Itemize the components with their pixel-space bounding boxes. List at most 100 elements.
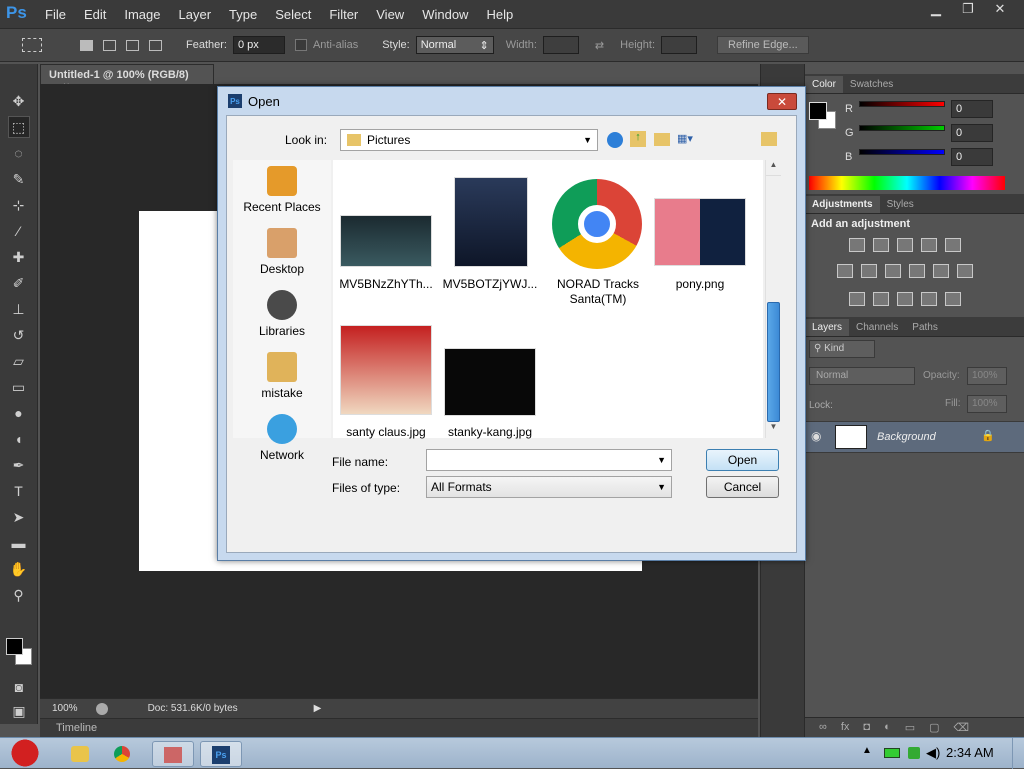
- scroll-down-arrow[interactable]: ▼: [766, 422, 781, 438]
- vibrance-icon[interactable]: [945, 238, 961, 252]
- marquee-tool-icon[interactable]: ⬚: [7, 116, 30, 138]
- gradient-map-icon[interactable]: [921, 292, 937, 306]
- selective-color-icon[interactable]: [945, 292, 961, 306]
- menu-layer[interactable]: Layer: [170, 7, 221, 22]
- minimize-icon[interactable]: ▁: [920, 0, 952, 18]
- zoom-tool-icon[interactable]: ⚲: [8, 584, 30, 606]
- menu-help[interactable]: Help: [477, 7, 522, 22]
- r-slider[interactable]: [859, 101, 945, 107]
- add-selection-icon[interactable]: [103, 39, 116, 51]
- hue-sat-icon[interactable]: [837, 264, 853, 278]
- feather-input[interactable]: 0 px: [232, 36, 285, 54]
- fg-color-chip[interactable]: [809, 102, 827, 120]
- tray-expand-icon[interactable]: ▲: [862, 745, 872, 756]
- filetype-select[interactable]: All Formats ▼: [426, 476, 672, 498]
- exposure-icon[interactable]: [921, 238, 937, 252]
- menu-filter[interactable]: Filter: [320, 7, 367, 22]
- tab-swatches[interactable]: Swatches: [843, 76, 900, 93]
- lasso-tool-icon[interactable]: ◌: [8, 142, 30, 164]
- eyedropper-tool-icon[interactable]: ⁄: [8, 220, 30, 242]
- place-libraries[interactable]: Libraries: [233, 290, 331, 338]
- black-white-icon[interactable]: [885, 264, 901, 278]
- color-spectrum[interactable]: [809, 176, 1005, 190]
- app-taskbar-icon[interactable]: [152, 741, 194, 767]
- gradient-tool-icon[interactable]: ▭: [8, 376, 30, 398]
- kind-filter[interactable]: ⚲ Kind: [809, 340, 875, 358]
- place-mistake[interactable]: mistake: [233, 352, 331, 400]
- refine-edge-button[interactable]: Refine Edge...: [717, 36, 809, 54]
- open-button[interactable]: Open: [706, 449, 779, 471]
- screen-mode-icon[interactable]: ▣: [8, 700, 30, 722]
- blur-tool-icon[interactable]: ●: [8, 402, 30, 424]
- quick-select-tool-icon[interactable]: ✎: [8, 168, 30, 190]
- g-slider[interactable]: [859, 125, 945, 131]
- tab-paths[interactable]: Paths: [905, 319, 945, 336]
- color-balance-icon[interactable]: [861, 264, 877, 278]
- file-item-santy-claus[interactable]: santy claus.jpg: [338, 425, 434, 440]
- pen-tool-icon[interactable]: ✒: [8, 454, 30, 476]
- place-network[interactable]: Network: [233, 414, 331, 462]
- menu-type[interactable]: Type: [220, 7, 266, 22]
- fill-input[interactable]: 100%: [967, 395, 1007, 413]
- new-layer-icon[interactable]: ▢: [929, 721, 939, 734]
- channel-mixer-icon[interactable]: [933, 264, 949, 278]
- clock[interactable]: 2:34 AM: [946, 745, 994, 760]
- hand-tool-icon[interactable]: ✋: [8, 558, 30, 580]
- posterize-icon[interactable]: [873, 292, 889, 306]
- new-selection-icon[interactable]: [80, 39, 93, 51]
- dialog-titlebar[interactable]: Ps Open: [218, 87, 805, 115]
- timeline-panel[interactable]: Timeline: [40, 718, 758, 737]
- shape-tool-icon[interactable]: ▬: [8, 532, 30, 554]
- start-button-angry-bird-icon[interactable]: [6, 738, 44, 768]
- trash-icon[interactable]: ⌫: [954, 721, 970, 734]
- tab-channels[interactable]: Channels: [849, 319, 905, 336]
- menu-image[interactable]: Image: [115, 7, 169, 22]
- b-slider[interactable]: [859, 149, 945, 155]
- menu-edit[interactable]: Edit: [75, 7, 115, 22]
- chevron-down-icon[interactable]: ▼: [657, 455, 666, 465]
- scroll-thumb[interactable]: [767, 302, 780, 422]
- blend-mode-select[interactable]: Normal: [809, 367, 915, 385]
- show-desktop-button[interactable]: [1012, 738, 1024, 769]
- folder-icon[interactable]: ▭: [905, 721, 915, 734]
- file-list[interactable]: MV5BNzZhYTh... MV5BOTZjYWJ... NORAD Trac…: [333, 160, 763, 440]
- menu-window[interactable]: Window: [413, 7, 477, 22]
- menu-select[interactable]: Select: [266, 7, 320, 22]
- cancel-button[interactable]: Cancel: [706, 476, 779, 498]
- crop-tool-icon[interactable]: ⊹: [8, 194, 30, 216]
- intersect-selection-icon[interactable]: [149, 39, 162, 51]
- dialog-close-button[interactable]: ✕: [767, 93, 797, 110]
- link-icon[interactable]: ∞: [819, 721, 827, 734]
- brightness-icon[interactable]: [849, 238, 865, 252]
- up-folder-icon[interactable]: ↑: [630, 131, 646, 147]
- brush-tool-icon[interactable]: ✐: [8, 272, 30, 294]
- file-item-pony[interactable]: pony.png: [652, 277, 748, 292]
- tab-adjustments[interactable]: Adjustments: [805, 196, 880, 213]
- photoshop-taskbar-icon[interactable]: Ps: [200, 741, 242, 767]
- file-item-norad[interactable]: NORAD Tracks Santa(TM): [548, 277, 648, 307]
- r-value[interactable]: 0: [951, 100, 993, 118]
- b-value[interactable]: 0: [951, 148, 993, 166]
- network-tray-icon[interactable]: [908, 747, 920, 759]
- status-menu-icon[interactable]: ▶: [314, 703, 322, 714]
- close-icon[interactable]: ✕: [984, 0, 1016, 18]
- favorites-folder-icon[interactable]: [761, 132, 777, 146]
- adjustment-layer-icon[interactable]: ◐: [884, 721, 891, 734]
- type-tool-icon[interactable]: T: [8, 480, 30, 502]
- tab-color[interactable]: Color: [805, 76, 843, 93]
- quick-mask-icon[interactable]: ◙: [8, 676, 30, 698]
- swap-icon[interactable]: ⇄: [595, 39, 604, 52]
- file-list-scrollbar[interactable]: ▲ ▼: [765, 160, 781, 438]
- subtract-selection-icon[interactable]: [126, 39, 139, 51]
- look-in-combo[interactable]: Pictures ▼: [340, 129, 598, 151]
- scroll-up-arrow[interactable]: ▲: [766, 160, 781, 176]
- explorer-taskbar-icon[interactable]: [62, 741, 98, 767]
- move-tool-icon[interactable]: ✥: [8, 90, 30, 112]
- fx-icon[interactable]: fx: [841, 721, 850, 734]
- file-item-stanky-kang[interactable]: stanky-kang.jpg: [442, 425, 538, 440]
- color-lookup-icon[interactable]: [957, 264, 973, 278]
- style-select[interactable]: Normal ⇕: [415, 36, 494, 54]
- battery-icon[interactable]: [884, 748, 900, 758]
- chrome-taskbar-icon[interactable]: [104, 741, 140, 767]
- status-icon[interactable]: [95, 702, 108, 715]
